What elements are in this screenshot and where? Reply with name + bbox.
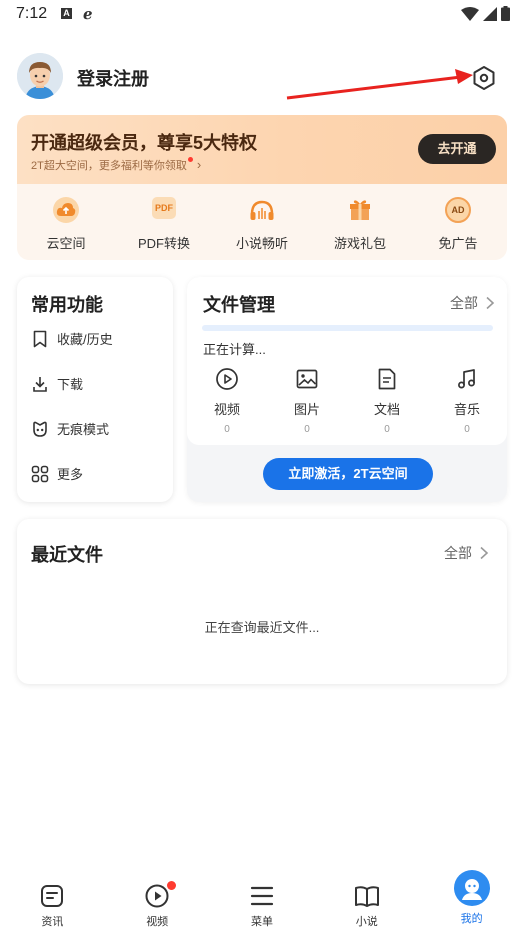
image-icon <box>296 369 318 389</box>
file-type-count: 0 <box>464 424 470 435</box>
vip-title: 开通超级会员，尊享5大特权 <box>31 133 258 153</box>
download-item[interactable]: 下载 <box>31 374 83 393</box>
file-management-card: 文件管理 全部 正在计算... 视频 0 图片 0 文档 0 音乐 0 立即激活… <box>187 277 507 502</box>
file-type-count: 0 <box>384 424 390 435</box>
a-icon: A <box>61 8 72 19</box>
headphones-icon <box>249 197 275 223</box>
file-type-count: 0 <box>304 424 310 435</box>
feature-label: PDF转换 <box>137 236 190 251</box>
download-icon <box>33 376 47 392</box>
file-management-title: 文件管理 <box>203 295 275 315</box>
wifi-icon <box>461 6 479 21</box>
status-bar: 7:12 A ℯ <box>0 0 524 30</box>
pdf-icon: PDF <box>152 197 176 219</box>
file-management-panel: 文件管理 全部 正在计算... 视频 0 图片 0 文档 0 音乐 0 <box>187 277 507 445</box>
e-icon: ℯ <box>83 6 93 23</box>
file-types: 视频 0 图片 0 文档 0 音乐 0 <box>187 367 507 435</box>
nav-novel[interactable]: 小说 <box>314 872 419 933</box>
file-type-label: 图片 <box>293 402 320 417</box>
annotation-arrow <box>286 69 473 100</box>
more-item[interactable]: 更多 <box>31 464 83 483</box>
feature-label: 游戏礼包 <box>333 236 386 251</box>
recent-files-title: 最近文件 <box>31 545 103 565</box>
menu-icon <box>250 886 274 906</box>
open-vip-button[interactable]: 去开通 <box>418 134 496 164</box>
file-type-document[interactable]: 文档 0 <box>347 367 427 435</box>
feature-label: 云空间 <box>46 236 86 251</box>
status-time: 7:12 <box>16 5 48 22</box>
ad-free-icon: AD <box>445 197 471 223</box>
file-type-image[interactable]: 图片 0 <box>267 367 347 435</box>
nav-news[interactable]: 资讯 <box>0 872 105 933</box>
incognito-item[interactable]: 无痕模式 <box>31 419 109 438</box>
avatar-image <box>17 53 63 99</box>
feature-ad-free[interactable]: AD 免广告 <box>409 193 507 255</box>
video-icon <box>216 368 238 390</box>
nav-label: 菜单 <box>250 916 273 928</box>
favorites-history-item[interactable]: 收藏/历史 <box>31 329 113 348</box>
gift-icon <box>347 197 373 223</box>
chevron-right-icon: › <box>196 157 202 172</box>
activate-cloud-button[interactable]: 立即激活，2T云空间 <box>263 458 433 490</box>
file-type-label: 音乐 <box>453 402 480 417</box>
incognito-icon <box>33 421 47 437</box>
bookmark-icon <box>33 330 47 347</box>
document-icon <box>378 368 396 390</box>
notification-dot <box>166 881 176 890</box>
nav-label: 资讯 <box>41 916 64 928</box>
recent-files-card: 最近文件 全部 正在查询最近文件... <box>17 519 507 684</box>
battery-icon <box>501 6 510 21</box>
nav-label: 我的 <box>460 913 483 925</box>
recent-all-link[interactable]: 全部 <box>444 543 490 563</box>
feature-pdf-convert[interactable]: PDF PDF转换 <box>115 193 213 255</box>
status-icons <box>461 6 510 21</box>
storage-status: 正在计算... <box>203 342 266 357</box>
bottom-nav: 资讯 视频 菜单 小说 我的 <box>0 870 524 933</box>
common-functions-card: 常用功能 收藏/历史 下载 无痕模式 更多 <box>17 277 173 502</box>
chevron-right-icon <box>486 296 495 310</box>
avatar[interactable] <box>17 53 63 99</box>
nav-label: 小说 <box>355 916 378 928</box>
music-icon <box>458 369 475 389</box>
login-register-link[interactable]: 登录注册 <box>77 65 149 91</box>
nav-menu[interactable]: 菜单 <box>210 872 315 933</box>
cloud-upload-icon <box>53 197 79 223</box>
file-type-label: 文档 <box>373 402 400 417</box>
file-type-label: 视频 <box>213 402 240 417</box>
nav-label: 视频 <box>146 916 169 928</box>
grid-icon <box>31 465 49 482</box>
vip-card: 开通超级会员，尊享5大特权 2T超大空间，更多福利等你领取 › 去开通 云空间 P… <box>17 115 507 260</box>
vip-banner[interactable]: 开通超级会员，尊享5大特权 2T超大空间，更多福利等你领取 › 去开通 <box>17 115 507 184</box>
recent-files-loading: 正在查询最近文件... <box>204 620 320 635</box>
file-all-link[interactable]: 全部 <box>450 293 496 313</box>
file-type-video[interactable]: 视频 0 <box>187 367 267 435</box>
feature-game-gift[interactable]: 游戏礼包 <box>311 193 409 255</box>
new-dot <box>187 157 193 162</box>
vip-subtitle: 2T超大空间，更多福利等你领取 › <box>31 157 202 172</box>
mine-avatar-icon <box>453 870 490 906</box>
file-type-music[interactable]: 音乐 0 <box>427 367 507 435</box>
chevron-right-icon <box>480 546 489 560</box>
common-functions-title: 常用功能 <box>31 295 103 315</box>
feature-label: 免广告 <box>438 236 478 251</box>
storage-progress-bar <box>202 325 493 331</box>
vip-features: 云空间 PDF PDF转换 小说畅听 游戏礼包 AD 免广告 <box>17 193 507 255</box>
feature-cloud-space[interactable]: 云空间 <box>17 193 115 255</box>
feature-audiobook[interactable]: 小说畅听 <box>213 193 311 255</box>
nav-video[interactable]: 视频 <box>105 872 210 933</box>
nav-mine[interactable]: 我的 <box>419 870 524 933</box>
file-type-count: 0 <box>224 424 230 435</box>
signal-icon <box>483 6 497 21</box>
news-icon <box>41 885 64 907</box>
book-icon <box>354 886 379 907</box>
feature-label: 小说畅听 <box>235 236 288 251</box>
